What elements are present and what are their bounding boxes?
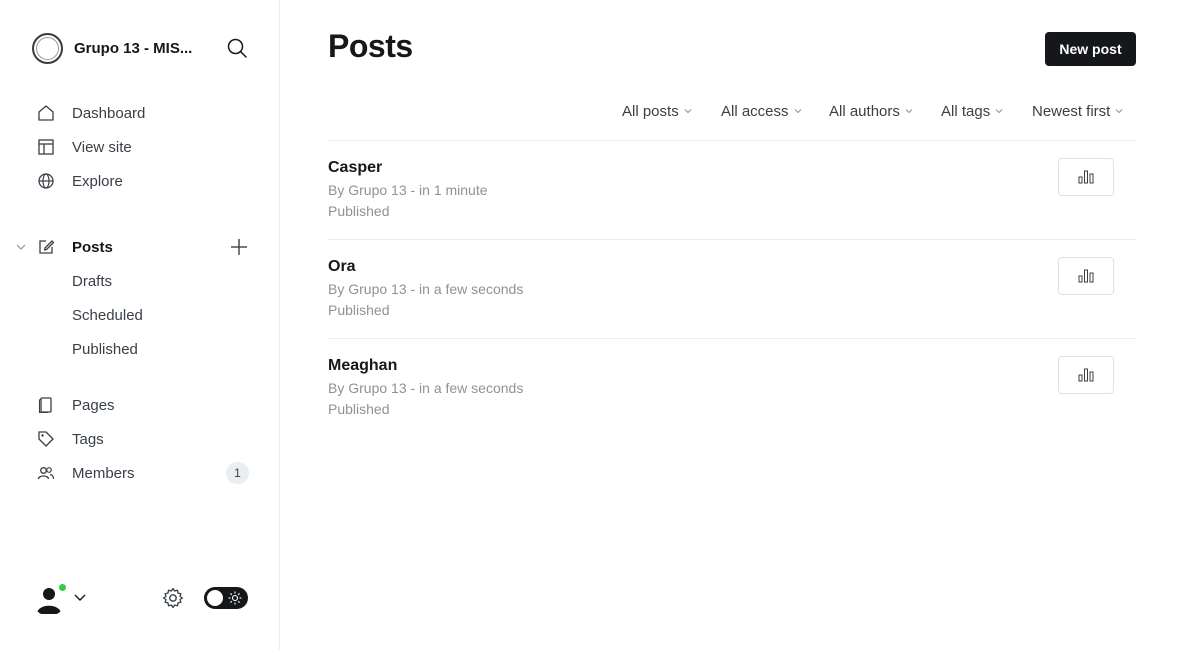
globe-icon <box>36 171 56 191</box>
sidebar: Grupo 13 - MIS... Dashboard View site Ex… <box>0 0 280 650</box>
chevron-down-icon <box>684 109 692 114</box>
nav-label-explore: Explore <box>72 172 123 190</box>
nav-label-tags: Tags <box>72 430 104 448</box>
filter-authors-label: All authors <box>829 102 900 120</box>
filter-sort[interactable]: Newest first <box>1032 100 1123 122</box>
filter-type[interactable]: All posts <box>622 100 692 122</box>
members-count-badge: 1 <box>226 462 249 484</box>
filter-authors[interactable]: All authors <box>829 100 913 122</box>
nav-item-dashboard[interactable]: Dashboard <box>36 100 145 126</box>
bar-chart-icon <box>1078 368 1094 382</box>
site-logo <box>32 32 63 64</box>
theme-toggle[interactable] <box>204 587 248 609</box>
nav-item-explore[interactable]: Explore <box>36 168 123 194</box>
nav-item-members[interactable]: Members <box>36 460 135 486</box>
tag-icon <box>36 429 56 449</box>
nav-label-members: Members <box>72 464 135 482</box>
gear-icon[interactable] <box>161 586 185 610</box>
nav-label-view-site: View site <box>72 138 132 156</box>
plus-icon[interactable] <box>228 236 250 258</box>
nav-label-posts: Posts <box>72 238 113 256</box>
site-title: Grupo 13 - MIS... <box>74 39 193 57</box>
filter-access[interactable]: All access <box>721 100 802 122</box>
post-row[interactable]: Casper By Grupo 13 - in 1 minute Publish… <box>328 141 1136 239</box>
post-title[interactable]: Meaghan <box>328 357 397 375</box>
nav-item-tags[interactable]: Tags <box>36 426 104 452</box>
post-status: Published <box>328 401 390 417</box>
bar-chart-icon <box>1078 269 1094 283</box>
chevron-down-icon[interactable] <box>14 240 28 254</box>
nav-item-scheduled[interactable]: Scheduled <box>72 303 143 327</box>
nav-item-posts[interactable]: Posts <box>36 234 113 260</box>
new-post-button[interactable]: New post <box>1045 32 1136 66</box>
post-meta: By Grupo 13 - in 1 minute <box>328 182 488 198</box>
post-meta: By Grupo 13 - in a few seconds <box>328 380 524 396</box>
post-meta: By Grupo 13 - in a few seconds <box>328 281 524 297</box>
site-brand[interactable]: Grupo 13 - MIS... <box>32 32 192 64</box>
nav-item-drafts[interactable]: Drafts <box>72 269 112 293</box>
chevron-down-icon <box>1116 109 1123 114</box>
bar-chart-icon <box>1078 170 1094 184</box>
nav-item-view-site[interactable]: View site <box>36 134 132 160</box>
sun-icon <box>228 591 242 605</box>
search-icon[interactable] <box>226 37 248 59</box>
layout-icon <box>36 137 56 157</box>
post-title[interactable]: Casper <box>328 159 382 177</box>
edit-icon <box>36 237 56 257</box>
members-icon <box>36 463 56 483</box>
post-analytics-button[interactable] <box>1058 158 1114 196</box>
filter-type-label: All posts <box>622 102 679 120</box>
chevron-down-icon <box>794 109 801 114</box>
nav-label-pages: Pages <box>72 396 115 414</box>
chevron-down-icon <box>995 109 1003 114</box>
filter-access-label: All access <box>721 102 789 120</box>
page-icon <box>36 395 56 415</box>
nav-label-dashboard: Dashboard <box>72 104 146 122</box>
home-icon <box>36 103 56 123</box>
chevron-down-icon <box>905 109 913 114</box>
post-title[interactable]: Ora <box>328 258 356 276</box>
post-analytics-button[interactable] <box>1058 356 1114 394</box>
post-row[interactable]: Meaghan By Grupo 13 - in a few seconds P… <box>328 339 1136 437</box>
nav-item-pages[interactable]: Pages <box>36 392 115 418</box>
post-analytics-button[interactable] <box>1058 257 1114 295</box>
post-status: Published <box>328 203 390 219</box>
post-status: Published <box>328 302 390 318</box>
online-status-dot <box>57 582 68 593</box>
page-title: Posts <box>328 28 413 64</box>
toggle-knob <box>207 590 223 606</box>
post-row[interactable]: Ora By Grupo 13 - in a few seconds Publi… <box>328 240 1136 338</box>
filter-tags[interactable]: All tags <box>941 100 1003 122</box>
nav-item-published[interactable]: Published <box>72 337 138 361</box>
filter-sort-label: Newest first <box>1032 102 1111 120</box>
chevron-down-icon[interactable] <box>73 591 87 605</box>
filter-tags-label: All tags <box>941 102 991 120</box>
